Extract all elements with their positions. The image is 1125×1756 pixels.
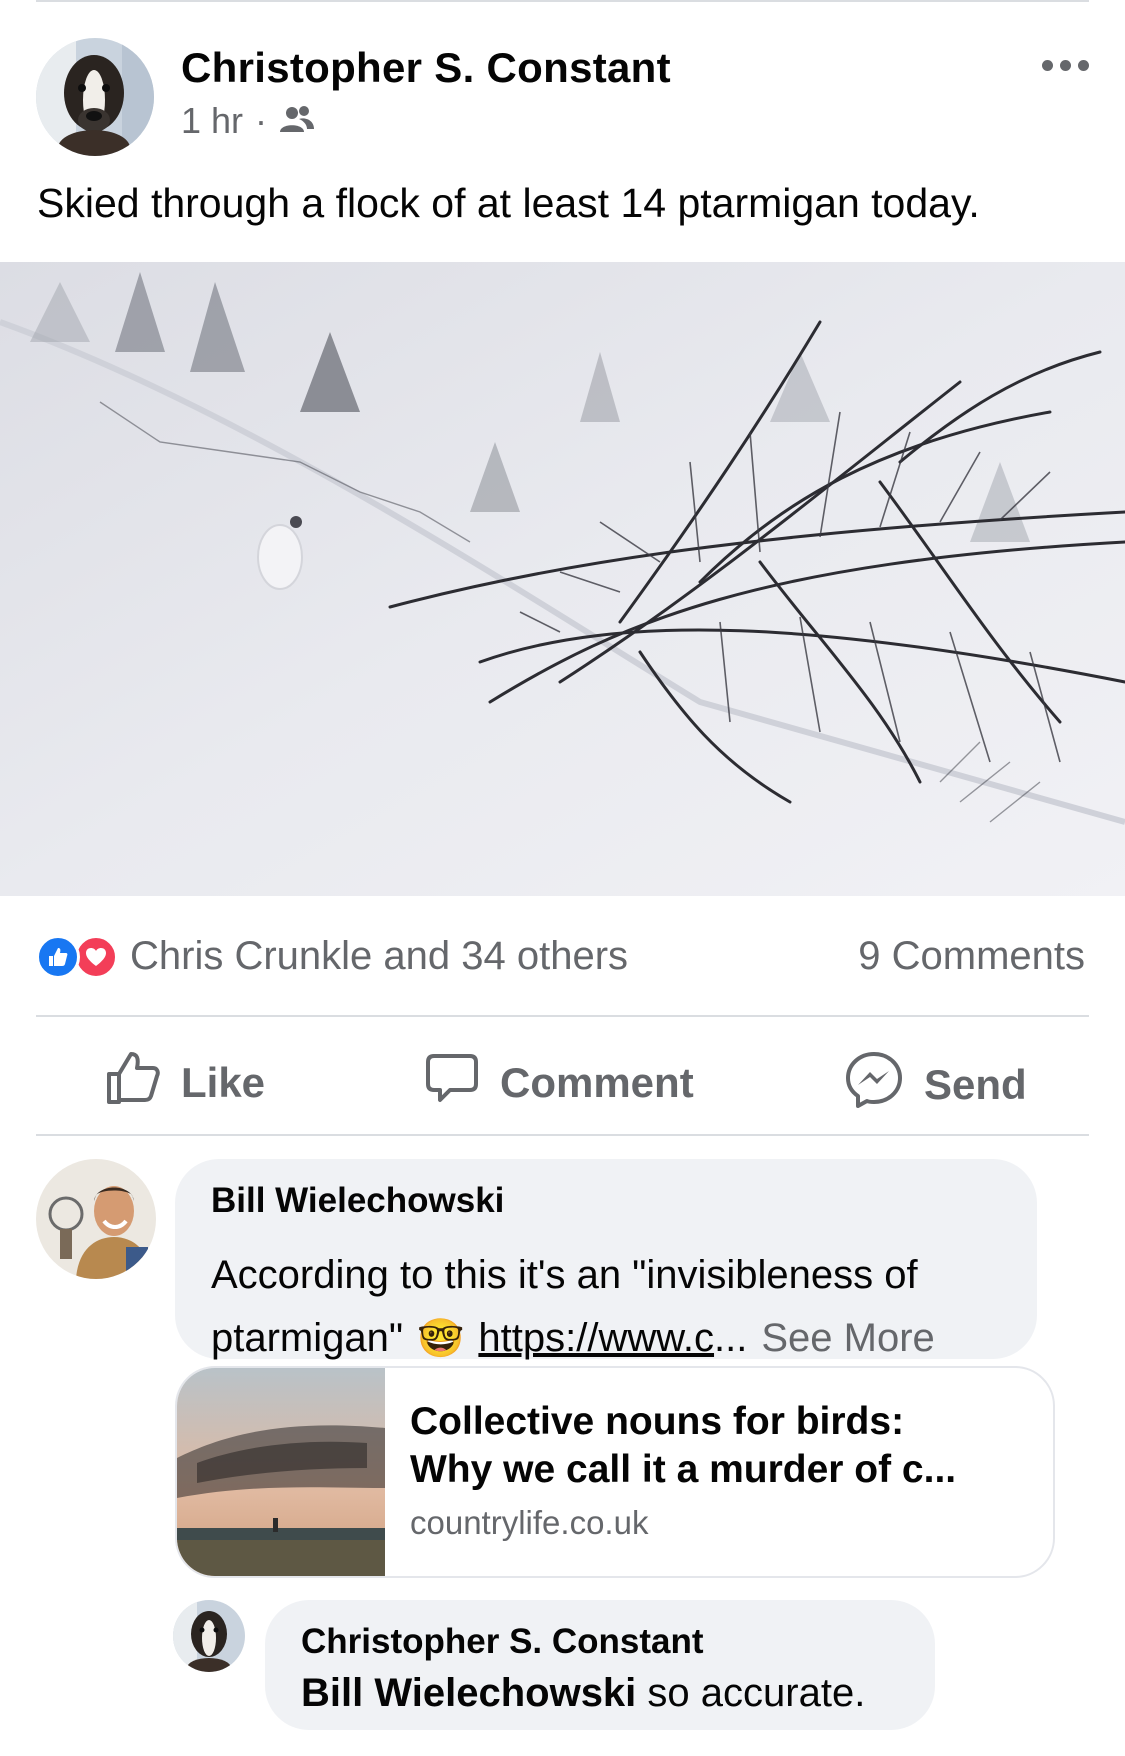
comment-link[interactable]: https://www.c	[478, 1316, 714, 1360]
post-meta: 1 hr ·	[181, 100, 315, 142]
send-label: Send	[924, 1061, 1027, 1108]
speech-bubble-icon	[424, 1050, 480, 1116]
reply-bubble[interactable]: Christopher S. Constant Bill Wielechowsk…	[265, 1600, 935, 1730]
comment-text-part: ptarmigan"	[211, 1316, 404, 1360]
comment-link-wrap: https://www.c...	[478, 1307, 747, 1370]
comments-count[interactable]: 9 Comments	[858, 934, 1085, 979]
link-domain: countrylife.co.uk	[410, 1504, 649, 1541]
post-time[interactable]: 1 hr	[181, 100, 243, 142]
reply-mention[interactable]: Bill Wielechowski	[301, 1671, 636, 1715]
reply-text: Bill Wielechowski so accurate.	[301, 1662, 865, 1725]
reactions-divider	[36, 1015, 1089, 1017]
nerd-emoji-icon: 🤓	[417, 1316, 465, 1360]
love-reaction-icon	[74, 934, 118, 979]
like-label: Like	[181, 1059, 266, 1106]
reply-text-body: so accurate.	[636, 1671, 866, 1715]
send-button[interactable]: Send	[844, 1050, 1027, 1120]
comment-text-line2: ptarmigan" 🤓 https://www.c... See More	[211, 1307, 935, 1370]
like-button[interactable]: Like	[105, 1050, 265, 1116]
link-title-line2: Why we call it a murder of c...	[410, 1448, 957, 1491]
link-title-line1: Collective nouns for birds:	[410, 1400, 905, 1443]
author-avatar[interactable]	[36, 38, 154, 156]
thumbs-up-icon	[105, 1050, 161, 1116]
comment-text-line1: According to this it's an "invisibleness…	[211, 1253, 918, 1297]
link-title: Collective nouns for birds: Why we call …	[410, 1398, 956, 1494]
comment-bubble[interactable]: Bill Wielechowski According to this it's…	[175, 1159, 1037, 1360]
reaction-names[interactable]: Chris Crunkle and 34 others	[130, 934, 628, 979]
messenger-icon	[844, 1050, 904, 1120]
comment-button[interactable]: Comment	[424, 1050, 694, 1116]
reply-avatar[interactable]	[173, 1600, 245, 1672]
more-options-icon[interactable]	[1042, 60, 1089, 71]
comment-author[interactable]: Bill Wielechowski	[211, 1181, 504, 1221]
top-divider	[36, 0, 1089, 2]
comment-label: Comment	[500, 1059, 694, 1106]
link-preview-image	[177, 1368, 385, 1576]
reaction-summary[interactable]: Chris Crunkle and 34 others	[36, 934, 628, 979]
link-ellipsis: ...	[714, 1316, 748, 1360]
actions-divider	[36, 1134, 1089, 1136]
friends-audience-icon[interactable]	[279, 100, 315, 142]
link-preview-card[interactable]: Collective nouns for birds: Why we call …	[175, 1366, 1055, 1578]
post-text: Skied through a flock of at least 14 pta…	[37, 180, 980, 226]
reply-author[interactable]: Christopher S. Constant	[301, 1622, 704, 1662]
post-author-name[interactable]: Christopher S. Constant	[181, 44, 671, 92]
meta-separator: ·	[255, 100, 268, 141]
commenter-avatar[interactable]	[36, 1159, 156, 1279]
see-more-link[interactable]: See More	[761, 1307, 934, 1370]
post-photo[interactable]	[0, 262, 1125, 896]
like-reaction-icon	[36, 934, 80, 979]
